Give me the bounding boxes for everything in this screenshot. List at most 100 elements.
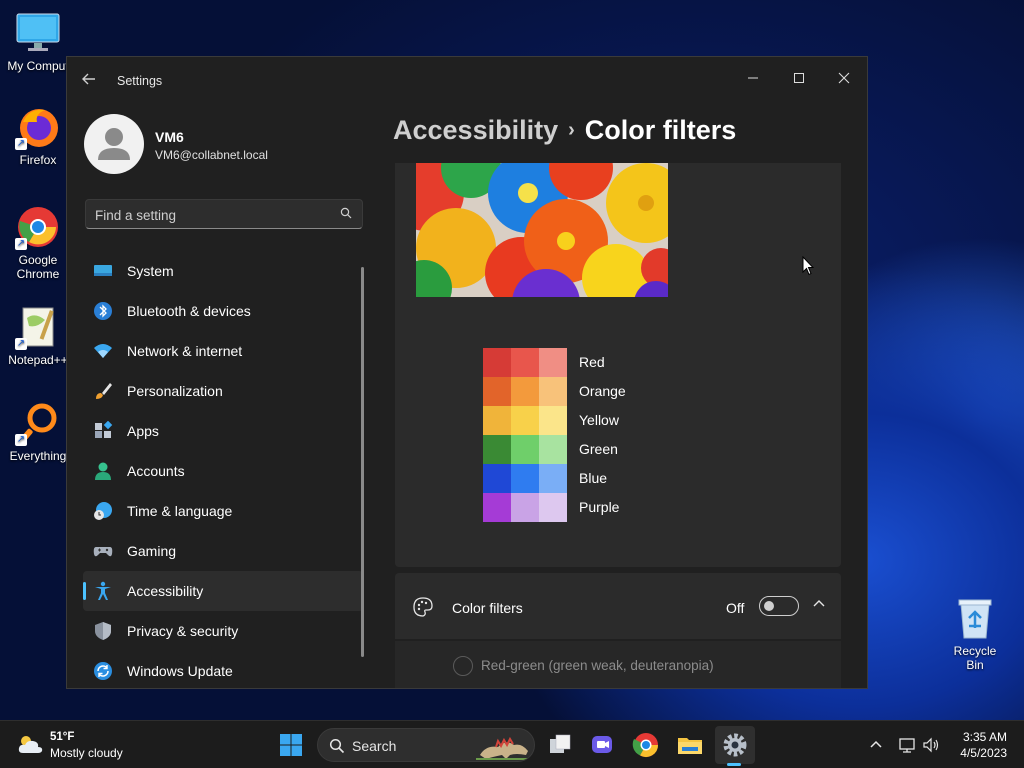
taskbar-task-view[interactable] (544, 729, 576, 761)
color-filters-toggle[interactable] (759, 596, 799, 616)
avatar[interactable] (84, 114, 144, 174)
brush-icon (96, 383, 112, 399)
start-button[interactable] (275, 729, 307, 761)
sidebar-item-label: Gaming (127, 543, 177, 559)
desktop-icon-chrome[interactable]: ↗ Google Chrome (0, 204, 76, 281)
swatch (511, 377, 539, 406)
shortcut-arrow-icon: ↗ (15, 338, 27, 350)
settings-window: Settings VM6 VM6@collabnet.local System … (66, 56, 868, 689)
color-filter-preview: Red Orange Yellow Green Blue Purple (395, 163, 841, 567)
sidebar-item-privacy-security[interactable]: Privacy & security (83, 611, 363, 651)
sidebar-item-windows-update[interactable]: Windows Update (83, 651, 363, 688)
taskbar-teams-chat[interactable] (586, 729, 618, 761)
shortcut-arrow-icon: ↗ (15, 138, 27, 150)
paper-fans-image (416, 163, 668, 297)
desktop-icon-label: Firefox (19, 153, 57, 167)
swatch (539, 406, 567, 435)
recycle-bin-label: Recycle Bin (953, 644, 997, 672)
folder-icon (678, 738, 702, 754)
search-icon[interactable] (340, 207, 352, 219)
chrome-icon: ↗ (15, 204, 61, 250)
desktop-icon-recycle-bin[interactable]: Recycle Bin (944, 596, 1006, 672)
maximize-button[interactable] (779, 63, 819, 93)
active-indicator (83, 582, 86, 600)
swatch-label: Blue (579, 470, 608, 486)
chat-icon (592, 736, 612, 753)
accessibility-icon (95, 581, 111, 600)
breadcrumb: Accessibility › Color filters (393, 115, 736, 146)
desktop-icon-my-computer[interactable]: My Comput (0, 10, 76, 73)
find-setting-search[interactable] (85, 199, 363, 229)
filter-option-deuteranopia[interactable]: Red-green (green weak, deuteranopia) (395, 641, 841, 688)
swatch (483, 435, 511, 464)
swatch-label: Yellow (579, 412, 619, 428)
sidebar-item-label: Network & internet (127, 343, 243, 359)
sidebar-item-gaming[interactable]: Gaming (83, 531, 363, 571)
taskbar-chrome[interactable] (630, 729, 662, 761)
color-filters-setting[interactable]: Color filters Off (395, 573, 841, 639)
title-bar[interactable]: Settings (67, 57, 867, 105)
task-view-icon (550, 734, 571, 753)
back-button[interactable] (81, 71, 103, 91)
swatch (511, 348, 539, 377)
taskbar-search[interactable]: Search (317, 728, 535, 762)
color-filters-label: Color filters (452, 600, 523, 616)
sidebar-item-label: Windows Update (127, 663, 233, 679)
close-button[interactable] (824, 63, 864, 93)
breadcrumb-separator: › (568, 119, 575, 141)
desktop-icon-everything[interactable]: ↗ Everything (0, 400, 76, 463)
profile-name: VM6 (155, 129, 184, 145)
sidebar-nav: System Bluetooth & devices Network & int… (83, 251, 363, 688)
arrow-left-icon (82, 73, 95, 85)
swatch (483, 348, 511, 377)
sidebar-item-label: System (127, 263, 174, 279)
close-icon (838, 72, 850, 84)
network-icon[interactable] (898, 736, 916, 754)
desktop-icon-notepadpp[interactable]: ↗ Notepad++ (0, 304, 76, 367)
desktop-icon-firefox[interactable]: ↗ Firefox (0, 104, 76, 167)
firefox-icon: ↗ (15, 104, 61, 150)
weather-temp: 51°F (50, 731, 75, 743)
person-avatar-icon (98, 128, 130, 160)
chevron-up-icon[interactable] (867, 736, 885, 754)
sidebar-scrollbar[interactable] (361, 267, 364, 657)
sidebar-item-system[interactable]: System (83, 251, 363, 291)
swatch-label: Red (579, 354, 605, 370)
swatch (539, 348, 567, 377)
sidebar-item-network[interactable]: Network & internet (83, 331, 363, 371)
sidebar-item-label: Apps (127, 423, 159, 439)
desktop-icon-label: Everything (9, 449, 67, 463)
sidebar-item-accessibility[interactable]: Accessibility (83, 571, 363, 611)
gamepad-icon (93, 547, 113, 557)
preview-photo (416, 163, 668, 297)
cloudy-weather-icon (18, 736, 43, 753)
swatch (483, 464, 511, 493)
sidebar-item-apps[interactable]: Apps (83, 411, 363, 451)
search-input[interactable] (95, 205, 331, 225)
toggle-knob (764, 601, 774, 611)
breadcrumb-parent[interactable]: Accessibility (393, 115, 558, 145)
bluetooth-icon (94, 302, 112, 320)
sidebar-item-label: Time & language (127, 503, 233, 519)
running-indicator (727, 763, 741, 766)
swatch (483, 493, 511, 522)
chevron-up-icon[interactable] (811, 595, 827, 611)
sidebar-item-accounts[interactable]: Accounts (83, 451, 363, 491)
person-icon (95, 462, 111, 480)
taskbar-search-label: Search (352, 738, 397, 754)
monitor-icon (94, 265, 112, 276)
sidebar-item-personalization[interactable]: Personalization (83, 371, 363, 411)
sidebar-item-bluetooth[interactable]: Bluetooth & devices (83, 291, 363, 331)
monitor-icon (15, 10, 61, 56)
recycle-bin-icon (955, 596, 995, 640)
volume-icon[interactable] (922, 736, 940, 754)
taskbar-file-explorer[interactable] (674, 729, 706, 761)
taskbar-settings[interactable] (719, 729, 751, 761)
swatch (511, 464, 539, 493)
radio-button[interactable] (453, 656, 473, 676)
minimize-button[interactable] (733, 63, 773, 93)
maximize-icon (794, 73, 804, 83)
sidebar-item-time-language[interactable]: Time & language (83, 491, 363, 531)
dinosaur-highlight-icon (476, 736, 532, 760)
clock-date: 4/5/2023 (960, 746, 1007, 760)
